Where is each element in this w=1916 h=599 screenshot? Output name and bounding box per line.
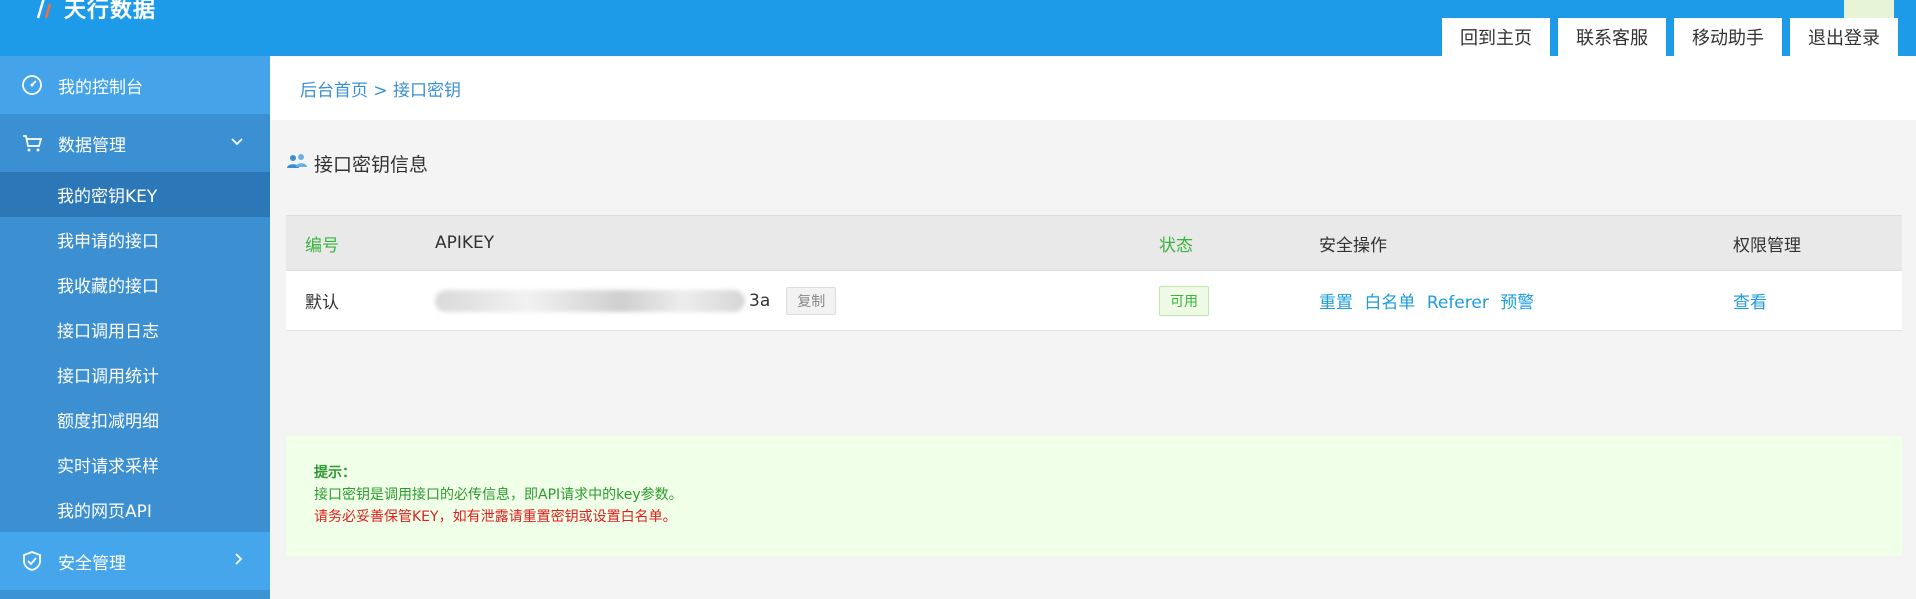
logo-text: 天行数据	[64, 0, 157, 23]
main-content: 后台首页 > 接口密钥 接口密钥信息 编号 APIKEY 状态 安全操作 权限管…	[270, 56, 1916, 599]
alert-link[interactable]: 预警	[1500, 293, 1534, 313]
cart-icon	[20, 131, 44, 155]
breadcrumb: 后台首页 > 接口密钥	[270, 56, 1916, 120]
tip-title: 提示：	[314, 465, 356, 481]
chevron-right-icon	[234, 552, 244, 570]
table-row: 默认 3a 复制 可用 重置 白名单 Referer 预警 查看	[286, 271, 1902, 331]
col-header-permissions: 权限管理	[1733, 235, 1801, 256]
mobile-assistant-button[interactable]: 移动助手	[1674, 18, 1782, 56]
contact-service-button[interactable]: 联系客服	[1558, 18, 1666, 56]
top-header: 天行数据 回到主页 联系客服 移动助手 退出登录	[0, 0, 1916, 56]
cell-apikey: 3a 复制	[416, 286, 1140, 315]
site-logo[interactable]: 天行数据	[34, 0, 156, 24]
sidebar-item-console[interactable]: 我的控制台	[0, 56, 270, 114]
shield-icon	[20, 549, 44, 573]
status-badge: 可用	[1159, 285, 1209, 316]
col-header-security-ops: 安全操作	[1319, 235, 1387, 256]
col-header-apikey: APIKEY	[435, 233, 495, 253]
sidebar-item-web-api[interactable]: 我的网页API	[0, 487, 270, 532]
cell-permissions: 查看	[1714, 288, 1902, 313]
col-header-id: 编号	[305, 235, 339, 256]
sidebar-item-favorite-apis[interactable]: 我收藏的接口	[0, 262, 270, 307]
reset-link[interactable]: 重置	[1319, 293, 1353, 313]
header-nav: 回到主页 联系客服 移动助手 退出登录	[1442, 18, 1898, 56]
sidebar-item-label: 数据管理	[58, 135, 126, 156]
apikey-table: 编号 APIKEY 状态 安全操作 权限管理 默认 3a 复制 可用 重置 白名…	[286, 215, 1902, 331]
tip-box: 提示： 接口密钥是调用接口的必传信息，即API请求中的key参数。 请务必妥善保…	[286, 436, 1902, 556]
cell-security-ops: 重置 白名单 Referer 预警	[1300, 288, 1714, 313]
tip-line-2: 请务必妥善保管KEY，如有泄露请重置密钥或设置白名单。	[314, 509, 677, 525]
sidebar-item-security[interactable]: 安全管理	[0, 532, 270, 590]
whitelist-link[interactable]: 白名单	[1364, 293, 1415, 313]
users-icon	[286, 152, 308, 175]
copy-button[interactable]: 复制	[786, 286, 837, 315]
breadcrumb-text[interactable]: 后台首页 > 接口密钥	[300, 76, 461, 101]
redacted-key	[435, 289, 745, 312]
sidebar-item-applied-apis[interactable]: 我申请的接口	[0, 217, 270, 262]
sidebar-item-call-stats[interactable]: 接口调用统计	[0, 352, 270, 397]
dashboard-icon	[20, 73, 44, 97]
key-tail: 3a	[749, 290, 771, 311]
logo-mark-icon	[34, 0, 58, 20]
table-header: 编号 APIKEY 状态 安全操作 权限管理	[286, 215, 1902, 271]
col-header-status: 状态	[1159, 235, 1193, 256]
referer-link[interactable]: Referer	[1427, 293, 1489, 313]
cell-status: 可用	[1140, 285, 1300, 316]
chevron-down-icon	[230, 135, 244, 151]
sidebar-item-label: 安全管理	[58, 553, 126, 574]
sidebar: 我的控制台 数据管理 我的密钥KEY 我申请的接口 我收藏的接口 接口调用日志 …	[0, 56, 270, 599]
user-info-area	[1844, 0, 1894, 20]
sidebar-item-label: 我的控制台	[58, 77, 143, 98]
sidebar-item-realtime-sampling[interactable]: 实时请求采样	[0, 442, 270, 487]
sidebar-item-data-management[interactable]: 数据管理	[0, 114, 270, 172]
sidebar-item-quota-details[interactable]: 额度扣减明细	[0, 397, 270, 442]
sidebar-item-my-key[interactable]: 我的密钥KEY	[0, 172, 270, 217]
avatar[interactable]	[1844, 0, 1894, 20]
home-button[interactable]: 回到主页	[1442, 18, 1550, 56]
sidebar-item-call-log[interactable]: 接口调用日志	[0, 307, 270, 352]
tip-line-1: 接口密钥是调用接口的必传信息，即API请求中的key参数。	[314, 487, 683, 503]
view-link[interactable]: 查看	[1733, 293, 1767, 313]
logout-button[interactable]: 退出登录	[1790, 18, 1898, 56]
cell-id: 默认	[305, 293, 339, 313]
section-title-text: 接口密钥信息	[314, 154, 429, 176]
section-title: 接口密钥信息	[286, 150, 428, 177]
